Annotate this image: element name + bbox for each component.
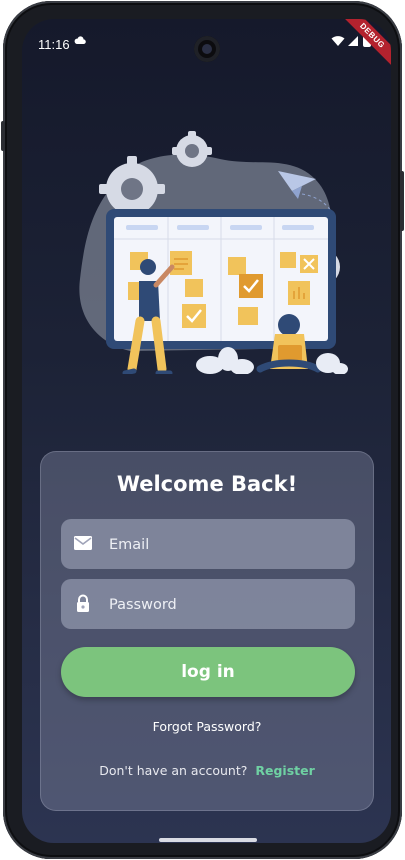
email-field[interactable] <box>61 519 355 571</box>
status-bar: 11:16 DEBUG <box>22 19 391 73</box>
signal-icon <box>348 36 358 46</box>
email-input[interactable] <box>107 519 346 571</box>
power-button <box>400 171 404 231</box>
phone-frame: 11:16 DEBUG Welcome Back! Email log in F… <box>1 1 404 859</box>
no-account-text: Don't have an account? <box>99 763 248 778</box>
status-time: 11:16 <box>38 37 70 52</box>
welcome-title: Welcome Back! <box>116 472 298 496</box>
register-row: Don't have an account? Register <box>41 763 373 778</box>
forgot-password-link[interactable]: Forgot Password? <box>41 719 373 734</box>
wifi-icon <box>331 36 345 46</box>
login-button[interactable]: log in <box>61 647 355 697</box>
password-field[interactable] <box>61 579 355 631</box>
mail-icon <box>74 536 92 550</box>
front-camera <box>194 36 220 62</box>
password-input[interactable] <box>107 579 346 631</box>
login-card: Welcome Back! log in Forgot Password? <box>40 451 374 811</box>
hero-illustration <box>79 131 348 374</box>
side-button <box>1 121 5 151</box>
lock-icon <box>77 594 89 612</box>
app-screen: 11:16 DEBUG Welcome Back! Email log in F… <box>22 19 391 843</box>
register-link[interactable]: Register <box>255 763 314 778</box>
home-indicator[interactable] <box>159 838 257 842</box>
cloud-icon <box>74 36 86 44</box>
